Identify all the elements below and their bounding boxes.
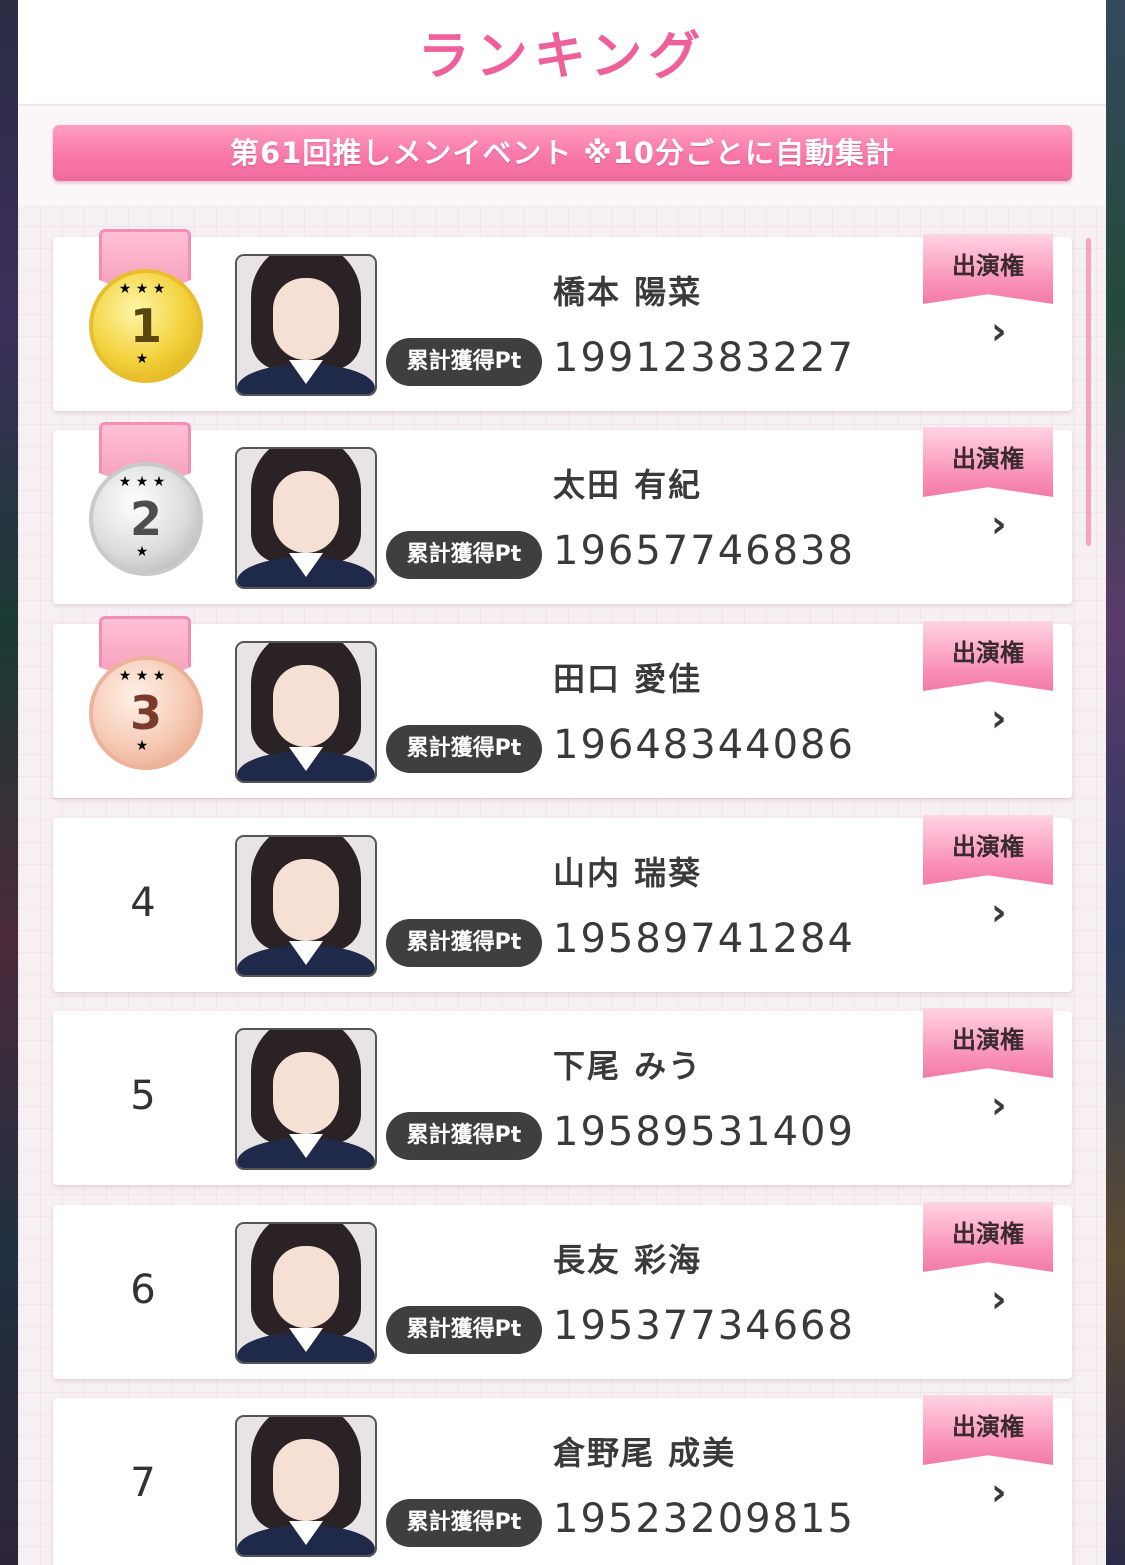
rank-number: 5	[130, 1073, 156, 1119]
ranking-row[interactable]: 1 ★ ★ ★ ★ 橋本 陽菜 累計獲得Pt 19912383227 出演権 ›	[53, 229, 1072, 411]
chevron-right-icon[interactable]: ›	[991, 1470, 1007, 1514]
pt-badge: 累計獲得Pt	[386, 338, 542, 386]
star-icon: ★ ★ ★	[118, 668, 166, 684]
performance-rights-label: 出演権	[952, 252, 1024, 280]
ranking-row[interactable]: 3 ★ ★ ★ ★ 田口 愛佳 累計獲得Pt 19648344086 出演権 ›	[53, 616, 1072, 798]
pt-badge: 累計獲得Pt	[386, 919, 542, 967]
member-name: 田口 愛佳	[553, 660, 703, 698]
star-icon: ★	[135, 544, 149, 560]
member-photo[interactable]	[235, 254, 377, 396]
rank-number: 3	[129, 686, 162, 740]
photo-face	[273, 1052, 339, 1134]
ranking-row[interactable]: 5 下尾 みう 累計獲得Pt 19589531409 出演権 ›	[53, 1008, 1072, 1185]
performance-rights-button[interactable]: 出演権	[923, 621, 1053, 693]
member-name: 倉野尾 成美	[553, 1434, 737, 1472]
rank-number: 6	[130, 1267, 156, 1313]
gold-medal-icon: 1 ★ ★ ★ ★	[89, 229, 203, 383]
photo-face	[273, 665, 339, 747]
points-value: 19523209815	[553, 1496, 855, 1542]
performance-rights-label: 出演権	[952, 445, 1024, 473]
member-name: 橋本 陽菜	[553, 273, 703, 311]
performance-rights-button[interactable]: 出演権	[923, 1395, 1053, 1467]
member-photo[interactable]	[235, 641, 377, 783]
photo-face	[273, 1246, 339, 1328]
points-value: 19912383227	[553, 335, 855, 381]
performance-rights-button[interactable]: 出演権	[923, 234, 1053, 306]
performance-rights-label: 出演権	[952, 1413, 1024, 1441]
ranking-panel: ランキング 第61回推しメンイベント ※10分ごとに自動集計 1 ★ ★ ★ ★…	[18, 0, 1106, 1565]
pt-badge: 累計獲得Pt	[386, 1306, 542, 1354]
member-photo[interactable]	[235, 1222, 377, 1364]
scrollbar[interactable]	[1086, 238, 1091, 546]
chevron-right-icon[interactable]: ›	[991, 1083, 1007, 1127]
performance-rights-label: 出演権	[952, 833, 1024, 861]
star-icon: ★ ★ ★	[118, 474, 166, 490]
rank-number: 2	[129, 492, 162, 546]
member-name: 下尾 みう	[553, 1047, 703, 1085]
points-value: 19589741284	[553, 916, 855, 962]
star-icon: ★ ★ ★	[118, 281, 166, 297]
pt-badge: 累計獲得Pt	[386, 1112, 542, 1160]
performance-rights-label: 出演権	[952, 1026, 1024, 1054]
rank-number: 1	[129, 299, 162, 353]
member-name: 太田 有紀	[553, 466, 703, 504]
chevron-right-icon[interactable]: ›	[991, 309, 1007, 353]
background-left	[0, 0, 18, 1565]
star-icon: ★	[135, 738, 149, 754]
points-value: 19537734668	[553, 1303, 855, 1349]
performance-rights-button[interactable]: 出演権	[923, 427, 1053, 499]
rank-number: 4	[130, 880, 156, 926]
member-photo[interactable]	[235, 1415, 377, 1557]
event-banner: 第61回推しメンイベント ※10分ごとに自動集計	[53, 125, 1072, 181]
chevron-right-icon[interactable]: ›	[991, 890, 1007, 934]
points-value: 19657746838	[553, 528, 855, 574]
member-photo[interactable]	[235, 835, 377, 977]
member-name: 長友 彩海	[553, 1241, 703, 1279]
star-icon: ★	[135, 351, 149, 367]
pt-badge: 累計獲得Pt	[386, 531, 542, 579]
ranking-row[interactable]: 2 ★ ★ ★ ★ 太田 有紀 累計獲得Pt 19657746838 出演権 ›	[53, 422, 1072, 604]
pt-badge: 累計獲得Pt	[386, 725, 542, 773]
photo-face	[273, 859, 339, 941]
pt-badge: 累計獲得Pt	[386, 1499, 542, 1547]
silver-medal-icon: 2 ★ ★ ★ ★	[89, 422, 203, 576]
photo-face	[273, 1439, 339, 1521]
background-right	[1106, 0, 1125, 1565]
performance-rights-button[interactable]: 出演権	[923, 1008, 1053, 1080]
member-photo[interactable]	[235, 447, 377, 589]
points-value: 19589531409	[553, 1109, 855, 1155]
chevron-right-icon[interactable]: ›	[991, 1277, 1007, 1321]
points-value: 19648344086	[553, 722, 855, 768]
page-title: ランキング	[417, 27, 707, 87]
performance-rights-label: 出演権	[952, 639, 1024, 667]
header: ランキング	[18, 0, 1106, 106]
ranking-row[interactable]: 6 長友 彩海 累計獲得Pt 19537734668 出演権 ›	[53, 1202, 1072, 1379]
event-banner-text: 第61回推しメンイベント ※10分ごとに自動集計	[229, 136, 895, 170]
member-photo[interactable]	[235, 1028, 377, 1170]
chevron-right-icon[interactable]: ›	[991, 502, 1007, 546]
ranking-row[interactable]: 4 山内 瑞葵 累計獲得Pt 19589741284 出演権 ›	[53, 815, 1072, 992]
photo-face	[273, 471, 339, 553]
performance-rights-label: 出演権	[952, 1220, 1024, 1248]
photo-face	[273, 278, 339, 360]
bronze-medal-icon: 3 ★ ★ ★ ★	[89, 616, 203, 770]
performance-rights-button[interactable]: 出演権	[923, 1202, 1053, 1274]
rank-number: 7	[130, 1460, 156, 1506]
member-name: 山内 瑞葵	[553, 854, 703, 892]
performance-rights-button[interactable]: 出演権	[923, 815, 1053, 887]
ranking-row[interactable]: 7 倉野尾 成美 累計獲得Pt 19523209815 出演権 ›	[53, 1395, 1072, 1565]
chevron-right-icon[interactable]: ›	[991, 696, 1007, 740]
